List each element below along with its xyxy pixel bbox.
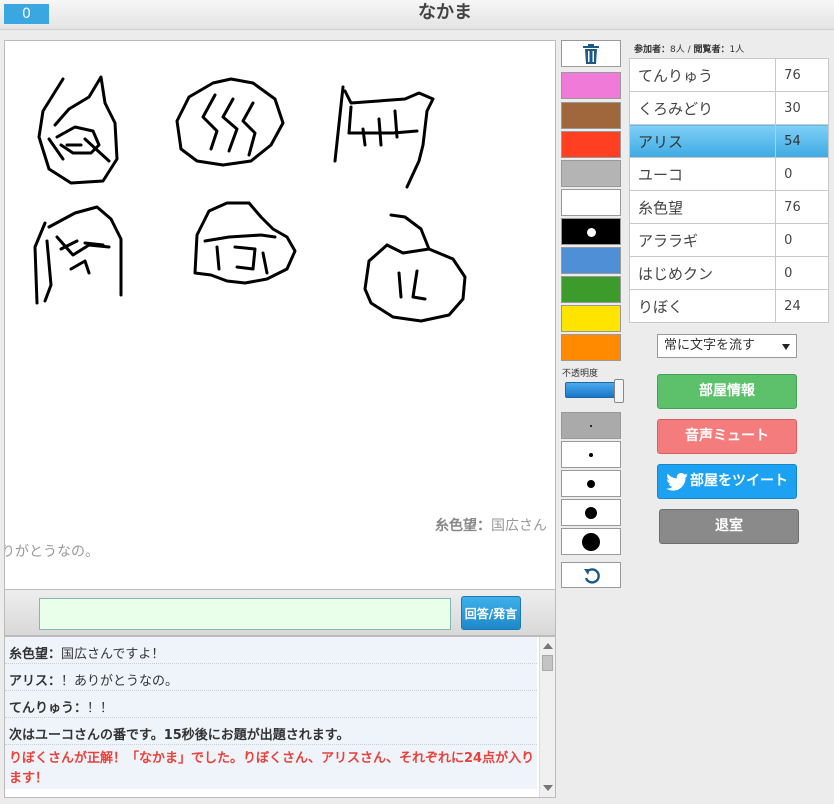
comment-flow-select[interactable]: 常に文字を流す	[657, 334, 797, 358]
leave-room-button[interactable]: 退室	[659, 509, 799, 544]
dot-icon	[587, 480, 595, 488]
drawing-canvas[interactable]: 糸色望：国広さん りがとうなの。	[4, 40, 556, 590]
clear-canvas-button[interactable]	[561, 40, 621, 67]
player-name: ユーコ	[628, 157, 777, 191]
color-swatch-blue[interactable]	[561, 247, 621, 274]
chat-message: てんりゅう：！！	[5, 691, 537, 718]
system-message: 次はユーコさんの番です。15秒後にお題が出題されます。	[5, 718, 537, 745]
pen-size-3-button[interactable]	[561, 470, 621, 497]
player-score: 24	[775, 289, 829, 323]
flowing-comment: りがとうなの。	[4, 544, 99, 560]
chat-log[interactable]: 糸色望：国広さんですよ！ アリス：！ありがとうなの。 てんりゅう：！！ 次はユー…	[4, 636, 556, 798]
player-row: ユーコ 0	[628, 157, 829, 191]
submit-answer-button[interactable]: 回答/発言	[461, 596, 521, 630]
player-name: はじめクン	[628, 256, 777, 290]
player-row: くろみどり 30	[628, 91, 829, 125]
trash-icon	[583, 44, 599, 64]
dropdown-arrow-icon	[782, 344, 790, 350]
opacity-slider[interactable]	[565, 379, 624, 403]
dot-icon	[590, 425, 592, 427]
opacity-label: 不透明度	[562, 369, 599, 379]
chat-scrollbar[interactable]	[539, 637, 555, 797]
undo-button[interactable]	[561, 562, 621, 588]
scroll-down-arrow-icon[interactable]	[543, 785, 553, 791]
mute-audio-button[interactable]: 音声ミュート	[657, 419, 797, 454]
page-title: なかま	[418, 2, 472, 23]
header: 0 なかま	[0, 0, 834, 30]
flowing-comment: 糸色望：国広さん	[435, 518, 547, 534]
answer-input[interactable]	[39, 598, 451, 630]
player-row-active: アリス 54	[628, 124, 829, 158]
player-score: 0	[775, 157, 829, 191]
dot-icon	[589, 453, 593, 457]
pen-size-4-button[interactable]	[561, 499, 621, 526]
pen-size-2-button[interactable]	[561, 441, 621, 468]
player-score: 76	[775, 58, 829, 92]
tweet-room-button[interactable]: 部屋をツイート	[657, 464, 797, 499]
color-swatch-brown[interactable]	[561, 102, 621, 129]
player-row: てんりゅう 76	[628, 58, 829, 92]
color-swatch-orange[interactable]	[561, 334, 621, 361]
correct-answer-message: りぼくさんが正解！「なかま」でした。りぼくさん、アリスさん、それぞれに24点が入…	[5, 745, 537, 789]
scroll-up-arrow-icon[interactable]	[543, 643, 553, 649]
room-info-button[interactable]: 部屋情報	[657, 374, 797, 409]
twitter-bird-icon	[666, 473, 688, 491]
color-swatch-red[interactable]	[561, 131, 621, 158]
player-score: 30	[775, 91, 829, 125]
player-name: 糸色望	[628, 190, 777, 224]
color-swatch-pink[interactable]	[561, 72, 621, 99]
player-score: 76	[775, 190, 829, 224]
drawing-strokes	[33, 75, 467, 323]
player-score: 0	[775, 256, 829, 290]
player-row: 糸色望 76	[628, 190, 829, 224]
player-name: アリス	[628, 124, 777, 158]
opacity-slider-handle[interactable]	[614, 379, 624, 403]
player-scoreboard: てんりゅう 76 くろみどり 30 アリス 54 ユーコ 0 糸色望 76 アララギ 0 は…	[628, 58, 829, 323]
undo-icon	[584, 568, 600, 584]
comment-flow-value: 常に文字を流す	[664, 338, 756, 353]
player-row: アララギ 0	[628, 223, 829, 257]
player-row: はじめクン 0	[628, 256, 829, 290]
player-name: てんりゅう	[628, 58, 777, 92]
color-swatch-white[interactable]	[561, 189, 621, 216]
color-swatch-yellow[interactable]	[561, 305, 621, 332]
player-name: アララギ	[628, 223, 777, 257]
color-swatch-black[interactable]	[561, 218, 621, 245]
dot-icon	[582, 533, 600, 551]
room-counts: 参加者：8人 / 閲覧者：1人	[634, 45, 745, 55]
scroll-thumb[interactable]	[542, 655, 553, 671]
player-row: りぼく 24	[628, 289, 829, 323]
player-name: りぼく	[628, 289, 777, 323]
chat-message: アリス：！ありがとうなの。	[5, 664, 537, 691]
tweet-room-label: 部屋をツイート	[690, 473, 788, 489]
color-swatch-gray[interactable]	[561, 160, 621, 187]
player-name: くろみどり	[628, 91, 777, 125]
player-score: 54	[775, 124, 829, 158]
pen-size-1-button[interactable]	[561, 412, 621, 439]
answer-bar: 回答/発言	[4, 590, 556, 636]
dot-icon	[585, 507, 597, 519]
player-score: 0	[775, 223, 829, 257]
pen-size-5-button[interactable]	[561, 528, 621, 555]
color-swatch-green[interactable]	[561, 276, 621, 303]
chat-message: 糸色望：国広さんですよ！	[5, 637, 537, 664]
